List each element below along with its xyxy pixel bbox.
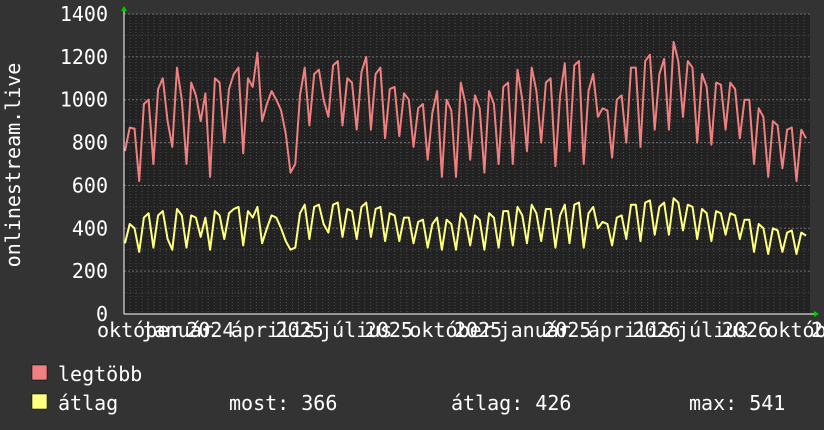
- stat-now: most: 366: [229, 391, 337, 415]
- x-tick-label: 2026: [633, 318, 681, 342]
- y-axis-label: onlinestream.live: [1, 63, 25, 268]
- x-tick-label: 2025: [454, 318, 502, 342]
- legend-swatch-max: [31, 364, 48, 381]
- x-tick-label: 2025: [365, 318, 413, 342]
- y-tick-label: 1400: [60, 2, 108, 26]
- stat-avg: átlag: 426: [451, 391, 571, 415]
- x-tick-label: 2025: [543, 318, 591, 342]
- x-tick-label: 2025: [276, 318, 324, 342]
- y-tick-label: 1200: [60, 45, 108, 69]
- y-axis-arrow: [121, 6, 127, 11]
- y-tick-label: 1000: [60, 88, 108, 112]
- y-tick-label: 800: [72, 131, 108, 155]
- stat-max: max: 541: [689, 391, 785, 415]
- x-axis-arrow: [814, 311, 819, 317]
- y-axis: 0200400600800100012001400: [60, 2, 127, 326]
- y-tick-label: 600: [72, 173, 108, 197]
- x-axis: októberjanuár2024április2025július2025ok…: [97, 311, 824, 342]
- x-tick-label: 2024: [186, 318, 234, 342]
- y-tick-label: 200: [72, 259, 108, 283]
- legend-label-max: legtöbb: [58, 362, 142, 386]
- x-tick-label: 2026: [722, 318, 770, 342]
- x-tick-label: 201: [811, 318, 824, 342]
- chart: 0200400600800100012001400 októberjanuár2…: [1, 2, 824, 415]
- legend-label-avg: átlag: [58, 391, 118, 415]
- legend-swatch-avg: [31, 393, 48, 410]
- y-tick-label: 400: [72, 216, 108, 240]
